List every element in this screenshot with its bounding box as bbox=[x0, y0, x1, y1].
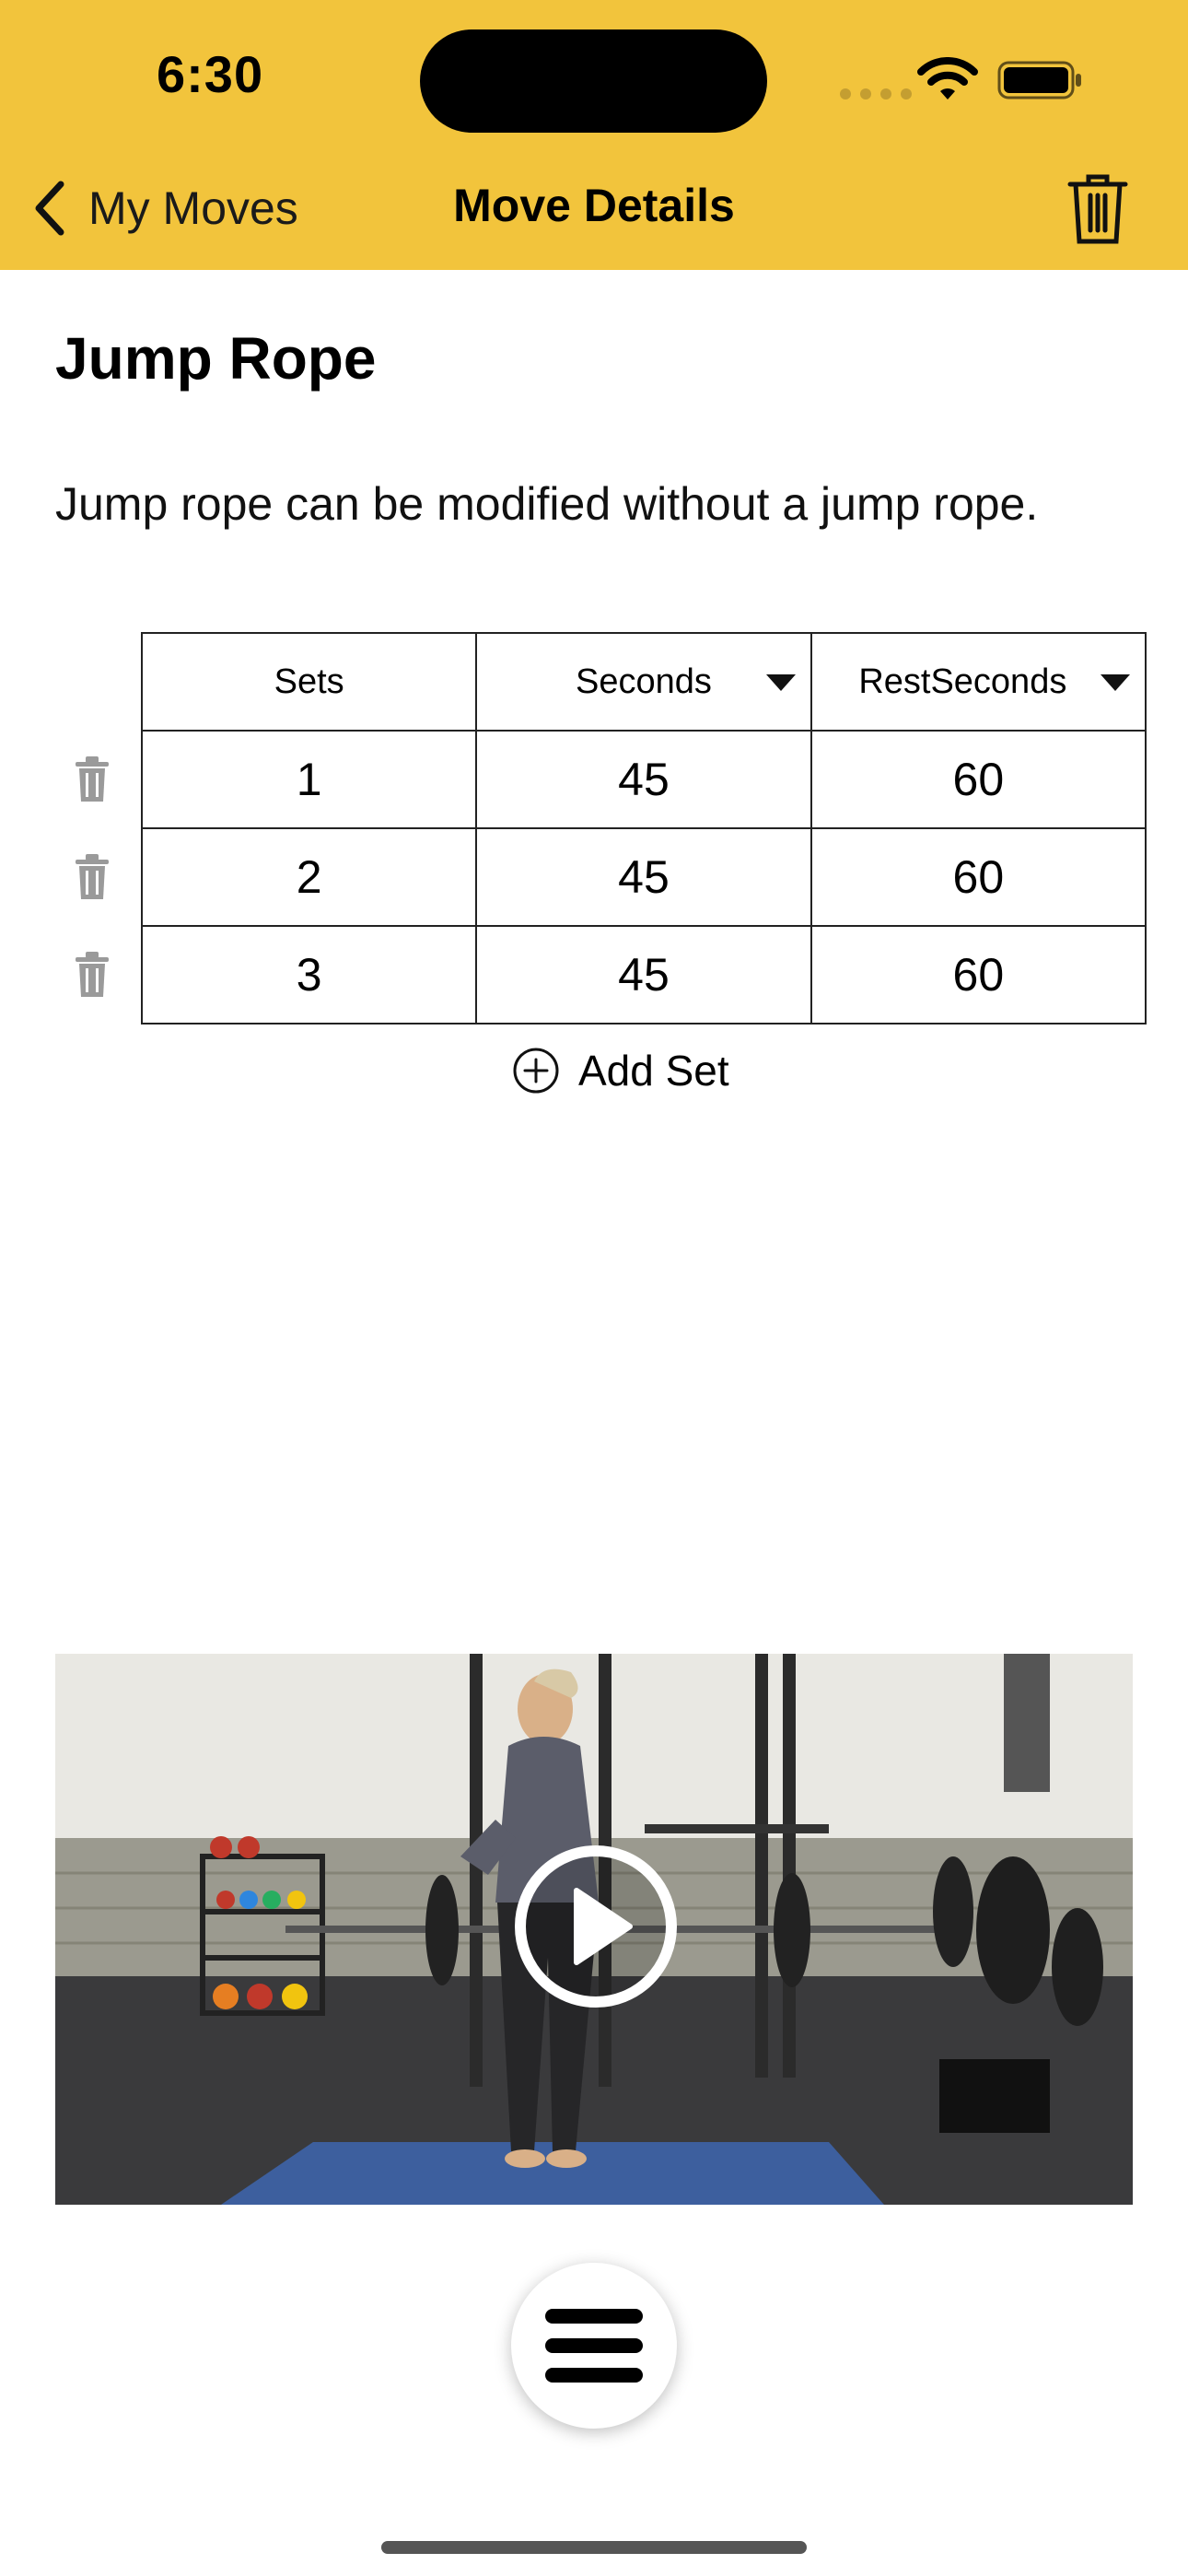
table-header-row: Sets Seconds RestSeconds bbox=[140, 632, 1147, 732]
status-time: 6:30 bbox=[157, 45, 264, 103]
add-set-button[interactable]: Add Set bbox=[512, 1041, 729, 1100]
dropdown-caret-icon bbox=[1101, 674, 1130, 691]
dropdown-caret-icon bbox=[765, 674, 796, 691]
trash-icon bbox=[76, 854, 109, 899]
top-bar: 6:30 My Moves Move Details bbox=[0, 0, 1188, 270]
move-name: Jump Rope bbox=[55, 325, 377, 392]
exercise-video[interactable] bbox=[55, 1654, 1133, 2205]
trash-icon bbox=[76, 952, 109, 997]
play-icon[interactable] bbox=[512, 1843, 680, 2010]
set-number-cell[interactable]: 3 bbox=[140, 925, 478, 1025]
menu-icon bbox=[545, 2309, 643, 2383]
move-description: Jump rope can be modified without a jump… bbox=[55, 478, 1039, 530]
set-number-cell[interactable]: 1 bbox=[140, 730, 478, 829]
delete-move-button[interactable] bbox=[1065, 170, 1131, 247]
seconds-cell[interactable]: 45 bbox=[475, 827, 812, 927]
table-row: 2 45 60 bbox=[140, 827, 1147, 927]
rest-seconds-cell[interactable]: 60 bbox=[809, 827, 1147, 927]
rest-seconds-cell[interactable]: 60 bbox=[809, 925, 1147, 1025]
menu-button[interactable] bbox=[511, 2263, 677, 2429]
delete-set-button[interactable] bbox=[74, 951, 111, 999]
plus-circle-icon bbox=[513, 1048, 559, 1094]
column-header-seconds[interactable]: Seconds bbox=[475, 632, 812, 732]
dynamic-island bbox=[420, 29, 767, 133]
sets-table: Sets Seconds RestSeconds 1 45 60 2 45 60… bbox=[140, 632, 1147, 1025]
delete-set-button[interactable] bbox=[74, 853, 111, 901]
add-set-label: Add Set bbox=[578, 1047, 729, 1095]
column-header-sets: Sets bbox=[140, 632, 478, 732]
rest-seconds-cell[interactable]: 60 bbox=[809, 730, 1147, 829]
table-row: 1 45 60 bbox=[140, 730, 1147, 829]
wifi-icon bbox=[917, 57, 978, 100]
battery-icon bbox=[997, 61, 1081, 100]
trash-icon bbox=[1067, 174, 1128, 244]
seconds-cell[interactable]: 45 bbox=[475, 925, 812, 1025]
trash-icon bbox=[76, 756, 109, 802]
delete-set-button[interactable] bbox=[74, 755, 111, 803]
page-title: Move Details bbox=[453, 180, 735, 231]
seconds-cell[interactable]: 45 bbox=[475, 730, 812, 829]
set-number-cell[interactable]: 2 bbox=[140, 827, 478, 927]
cellular-signal-icon bbox=[840, 88, 912, 100]
home-indicator[interactable] bbox=[381, 2541, 807, 2554]
column-header-rest-seconds[interactable]: RestSeconds bbox=[809, 632, 1147, 732]
table-row: 3 45 60 bbox=[140, 925, 1147, 1025]
